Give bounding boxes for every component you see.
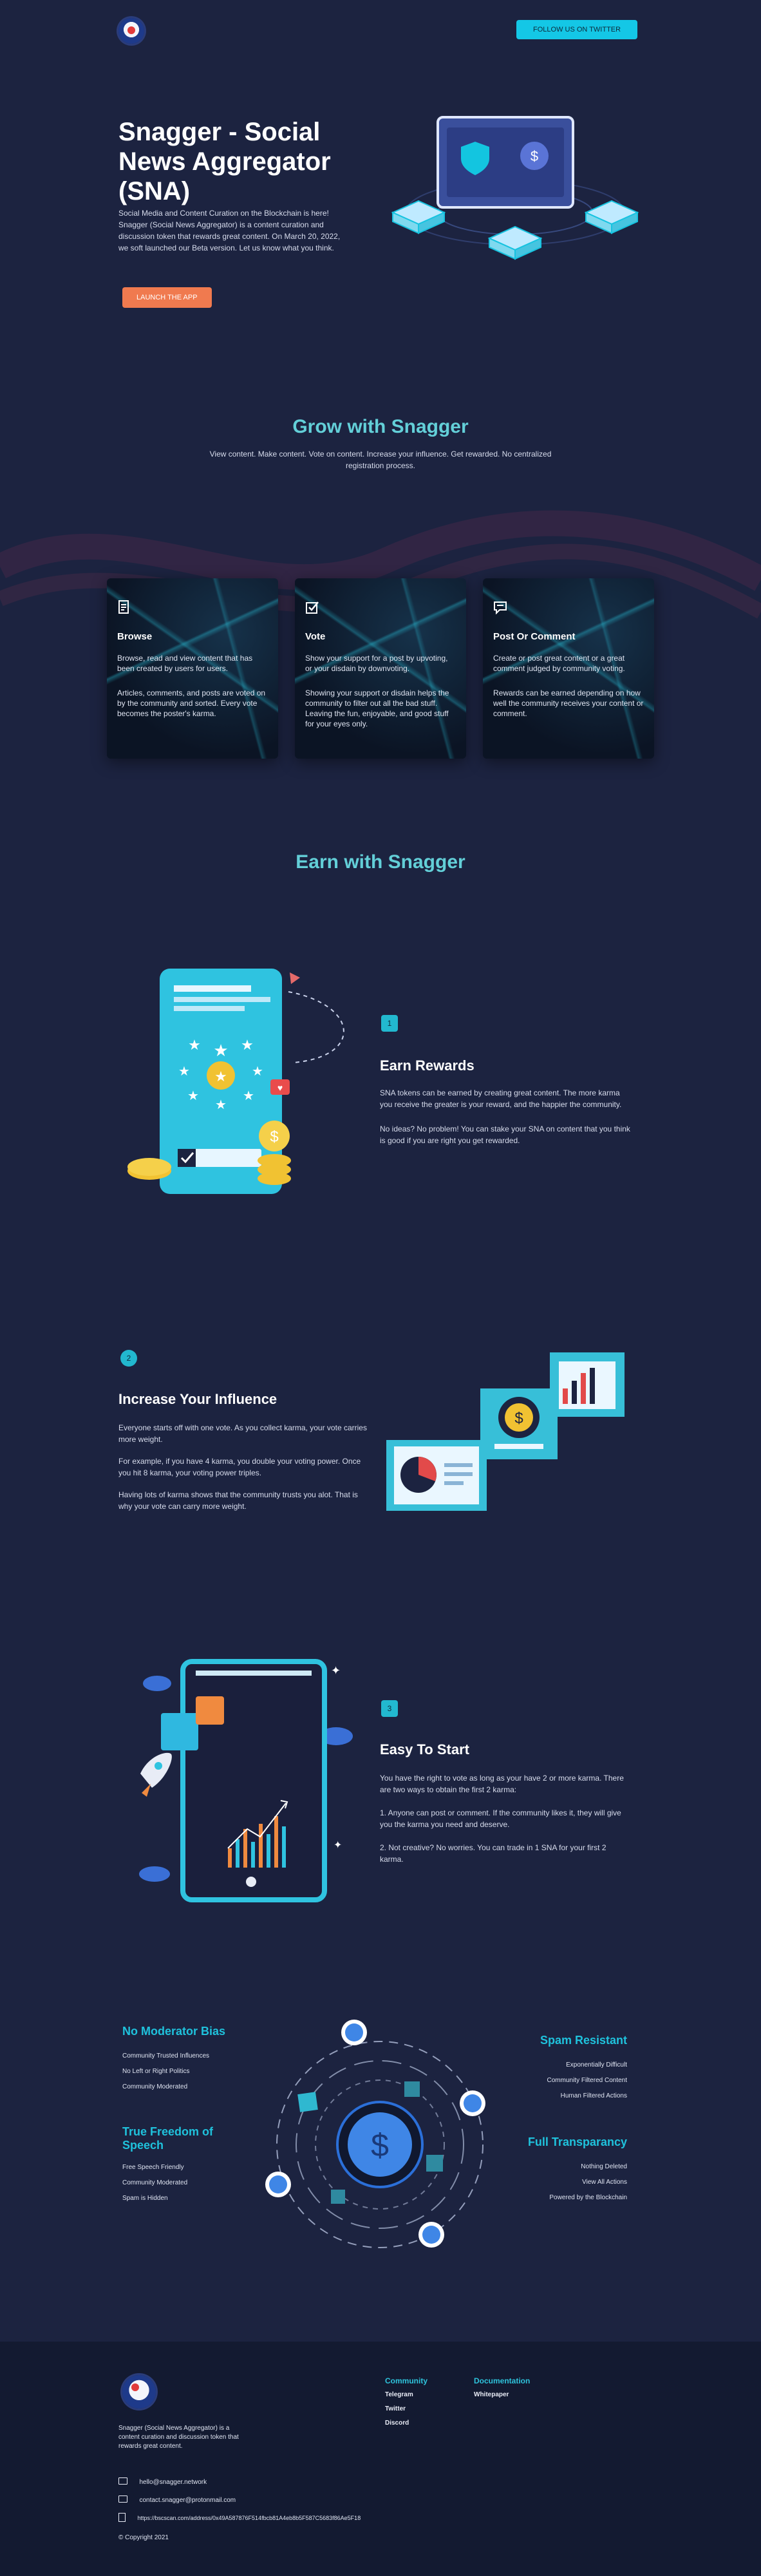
feature-card-browse: Browse Browse, read and view content tha… (107, 578, 278, 759)
card-text: Show your support for a post by upvoting… (305, 654, 448, 673)
launch-app-button[interactable]: LAUNCH THE APP (122, 287, 212, 308)
footer-about: Snagger (Social News Aggregator) is a co… (118, 2425, 239, 2450)
footer-contract-row[interactable]: https://bscscan.com/address/0x49A587876F… (118, 2512, 361, 2523)
feature-title: Easy To Start (380, 1741, 469, 1757)
svg-text:✦: ✦ (331, 1664, 341, 1677)
advantage-item: Powered by the Blockchain (549, 2194, 627, 2201)
footer-contract-link[interactable]: https://bscscan.com/address/0x49A587876F… (137, 2515, 361, 2521)
advantage-title: True Freedom of Speech (122, 2125, 214, 2152)
svg-text:★: ★ (214, 1068, 227, 1084)
envelope-icon (118, 2496, 127, 2503)
step-number-badge: 3 (381, 1700, 398, 1717)
advantage-freedom-of-speech: True Freedom of Speech Free Speech Frien… (122, 2125, 232, 2206)
footer-copyright: © Copyright 2021 (118, 2534, 169, 2541)
advantage-item: View All Actions (582, 2179, 627, 2186)
feature-text: 1. Anyone can post or comment. If the co… (380, 1808, 621, 1829)
svg-text:$: $ (531, 148, 538, 164)
svg-text:✦: ✦ (334, 1840, 342, 1851)
svg-text:$: $ (371, 2127, 389, 2163)
grow-title: Grow with Snagger (292, 416, 469, 437)
earn-rewards-illustration: ★ ★ ★ ★ ★ ★ ★ ★ ★ ♥ $ (126, 966, 371, 1198)
step-number-badge: 1 (381, 1015, 398, 1032)
advantage-item: Community Filtered Content (547, 2077, 628, 2084)
checkbox-icon (305, 600, 319, 614)
advantage-item: Free Speech Friendly (122, 2164, 184, 2171)
advantage-title: No Moderator Bias (122, 2025, 226, 2038)
site-logo[interactable] (118, 18, 144, 44)
follow-twitter-button[interactable]: FOLLOW US ON TWITTER (516, 20, 638, 39)
footer-email-secondary[interactable]: contact.snagger@protonmail.com (139, 2497, 236, 2504)
advantage-no-moderator-bias: No Moderator Bias Community Trusted Infl… (122, 2025, 264, 2095)
orbit-illustration: $ (258, 2016, 502, 2260)
feature-text: No ideas? No problem! You can stake your… (380, 1124, 630, 1145)
card-title: Post Or Comment (493, 631, 576, 642)
advantage-full-transparency: Full Transparancy Nothing Deleted View A… (496, 2136, 627, 2206)
footer-logo[interactable] (122, 2375, 156, 2409)
hero-description: Social Media and Content Curation on the… (118, 209, 341, 252)
footer-column-title: Community (385, 2376, 427, 2385)
hero-illustration: $ (380, 116, 650, 277)
earn-title: Earn with Snagger (296, 851, 465, 873)
advantage-item: Exponentially Difficult (566, 2061, 627, 2069)
advantage-item: No Left or Right Politics (122, 2068, 190, 2075)
feature-text: Having lots of karma shows that the comm… (118, 1490, 358, 1511)
svg-text:$: $ (514, 1410, 523, 1427)
advantage-spam-resistant: Spam Resistant Exponentially Difficult C… (496, 2034, 627, 2104)
feature-card-vote: Vote Show your support for a post by upv… (295, 578, 466, 759)
svg-text:★: ★ (241, 1037, 254, 1053)
card-text: Rewards can be earned depending on how w… (493, 688, 644, 718)
footer-community: Community Telegram Twitter Discord (385, 2376, 427, 2430)
step-number-badge: 2 (120, 1350, 137, 1367)
svg-text:★: ★ (178, 1065, 190, 1079)
file-icon (118, 2512, 126, 2522)
feature-card-post: Post Or Comment Create or post great con… (483, 578, 654, 759)
svg-text:★: ★ (213, 1041, 228, 1060)
advantage-item: Community Moderated (122, 2083, 188, 2090)
footer-link-whitepaper[interactable]: Whitepaper (474, 2388, 530, 2402)
advantage-item: Community Trusted Influences (122, 2052, 210, 2060)
feature-title: Increase Your Influence (118, 1391, 277, 1407)
feature-text: You have the right to vote as long as yo… (380, 1774, 624, 1794)
envelope-icon (118, 2477, 127, 2485)
svg-text:★: ★ (187, 1089, 199, 1103)
svg-text:★: ★ (243, 1089, 254, 1103)
advantage-item: Nothing Deleted (581, 2163, 627, 2170)
advantage-item: Spam is Hidden (122, 2195, 168, 2202)
card-title: Vote (305, 631, 326, 642)
feature-text: 2. Not creative? No worries. You can tra… (380, 1843, 606, 1864)
grow-subtitle: View content. Make content. Vote on cont… (209, 450, 552, 470)
easy-start-illustration: ✦ ✦ (131, 1655, 363, 1913)
feature-text: Everyone starts off with one vote. As yo… (118, 1423, 367, 1444)
footer-email[interactable]: hello@snagger.network (139, 2479, 207, 2486)
footer-link-twitter[interactable]: Twitter (385, 2402, 427, 2416)
svg-text:★: ★ (188, 1037, 201, 1053)
card-text: Showing your support or disdain helps th… (305, 688, 449, 728)
footer-documentation: Documentation Whitepaper (474, 2376, 530, 2402)
feature-text: For example, if you have 4 karma, you do… (118, 1457, 361, 1477)
advantage-title: Full Transparancy (527, 2136, 627, 2148)
hero-title: Snagger - Social News Aggregator (SNA) (118, 118, 331, 205)
advantage-title: Spam Resistant (540, 2034, 627, 2047)
card-text: Browse, read and view content that has b… (117, 654, 253, 673)
footer-column-title: Documentation (474, 2376, 531, 2385)
comment-icon (493, 600, 507, 614)
feature-text: SNA tokens can be earned by creating gre… (380, 1088, 622, 1109)
card-title: Browse (117, 631, 153, 642)
influence-illustration: $ (384, 1350, 628, 1517)
footer-email-row[interactable]: hello@snagger.network (118, 2476, 207, 2487)
document-icon (117, 600, 131, 614)
advantage-item: Human Filtered Actions (560, 2092, 627, 2099)
svg-text:★: ★ (252, 1065, 263, 1079)
site-footer: Snagger (Social News Aggregator) is a co… (0, 2342, 761, 2576)
svg-text:♥: ♥ (277, 1083, 283, 1093)
advantage-item: Community Moderated (122, 2179, 188, 2186)
feature-title: Earn Rewards (380, 1057, 474, 1074)
svg-text:$: $ (270, 1128, 278, 1146)
footer-email2-row[interactable]: contact.snagger@protonmail.com (118, 2494, 236, 2505)
card-text: Articles, comments, and posts are voted … (117, 688, 266, 718)
svg-text:★: ★ (215, 1098, 227, 1112)
card-text: Create or post great content or a great … (493, 654, 625, 673)
footer-link-telegram[interactable]: Telegram (385, 2388, 427, 2402)
footer-link-discord[interactable]: Discord (385, 2416, 427, 2430)
